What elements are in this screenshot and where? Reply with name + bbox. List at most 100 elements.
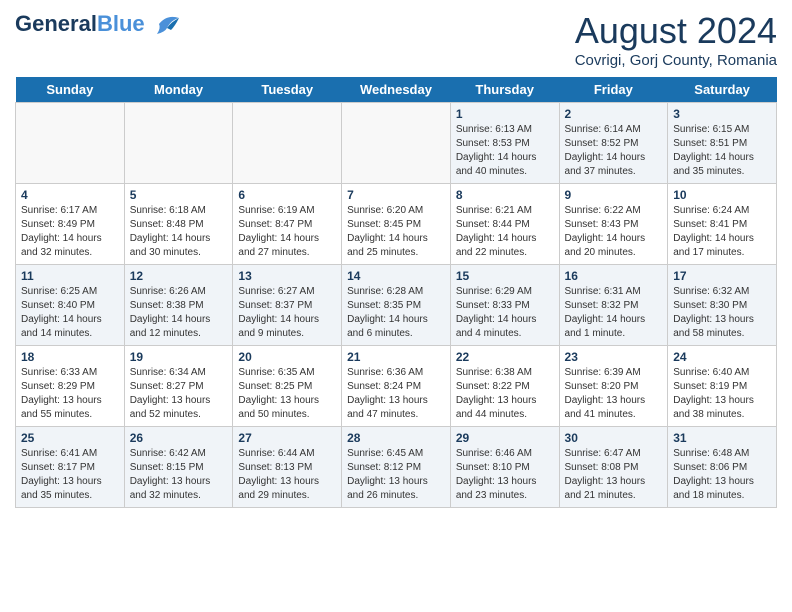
- calendar-cell: 13Sunrise: 6:27 AM Sunset: 8:37 PM Dayli…: [233, 265, 342, 346]
- cell-info: Sunrise: 6:41 AM Sunset: 8:17 PM Dayligh…: [21, 447, 119, 503]
- day-number: 2: [565, 107, 663, 121]
- cell-info: Sunrise: 6:48 AM Sunset: 8:06 PM Dayligh…: [673, 447, 771, 503]
- calendar-cell: 26 Sunrise: 6:42 AM Sunset: 8:15 PM Dayli…: [124, 427, 233, 508]
- calendar-cell: 25 Sunrise: 6:41 AM Sunset: 8:17 PM Dayli…: [16, 427, 125, 508]
- day-number: 31: [673, 431, 771, 445]
- day-of-week-header: Friday: [559, 77, 668, 103]
- logo-blue: Blue: [97, 11, 145, 36]
- cell-info: Sunrise: 6:21 AM Sunset: 8:44 PM Dayligh…: [456, 204, 554, 260]
- month-year-title: August 2024: [575, 10, 777, 52]
- calendar-cell: 18 Sunrise: 6:33 AM Sunset: 8:29 PM Dayli…: [16, 346, 125, 427]
- day-of-week-header: Tuesday: [233, 77, 342, 103]
- calendar-cell: 1Sunrise: 6:13 AM Sunset: 8:53 PM Daylig…: [450, 103, 559, 184]
- calendar-cell: 22 Sunrise: 6:38 AM Sunset: 8:22 PM Dayli…: [450, 346, 559, 427]
- calendar-cell: 21Sunrise: 6:36 AM Sunset: 8:24 PM Dayli…: [342, 346, 451, 427]
- calendar-cell: 12 Sunrise: 6:26 AM Sunset: 8:38 PM Dayli…: [124, 265, 233, 346]
- day-number: 22: [456, 350, 554, 364]
- day-number: 26: [130, 431, 228, 445]
- calendar-cell: 30 Sunrise: 6:47 AM Sunset: 8:08 PM Dayli…: [559, 427, 668, 508]
- calendar-week-row: 25 Sunrise: 6:41 AM Sunset: 8:17 PM Dayli…: [16, 427, 777, 508]
- calendar-cell: 19Sunrise: 6:34 AM Sunset: 8:27 PM Dayli…: [124, 346, 233, 427]
- day-number: 9: [565, 188, 663, 202]
- calendar-cell: 11 Sunrise: 6:25 AM Sunset: 8:40 PM Dayli…: [16, 265, 125, 346]
- cell-info: Sunrise: 6:29 AM Sunset: 8:33 PM Dayligh…: [456, 285, 554, 341]
- cell-info: Sunrise: 6:15 AM Sunset: 8:51 PM Dayligh…: [673, 123, 771, 179]
- calendar-cell: 4Sunrise: 6:17 AM Sunset: 8:49 PM Daylig…: [16, 184, 125, 265]
- calendar-cell: 27Sunrise: 6:44 AM Sunset: 8:13 PM Dayli…: [233, 427, 342, 508]
- logo-general: General: [15, 11, 97, 36]
- day-number: 11: [21, 269, 119, 283]
- day-number: 28: [347, 431, 445, 445]
- cell-info: Sunrise: 6:22 AM Sunset: 8:43 PM Dayligh…: [565, 204, 663, 260]
- cell-info: Sunrise: 6:26 AM Sunset: 8:38 PM Dayligh…: [130, 285, 228, 341]
- cell-info: Sunrise: 6:32 AM Sunset: 8:30 PM Dayligh…: [673, 285, 771, 341]
- day-number: 14: [347, 269, 445, 283]
- calendar-cell: [342, 103, 451, 184]
- cell-info: Sunrise: 6:24 AM Sunset: 8:41 PM Dayligh…: [673, 204, 771, 260]
- day-number: 17: [673, 269, 771, 283]
- logo: GeneralBlue: [15, 10, 185, 38]
- calendar-cell: 3 Sunrise: 6:15 AM Sunset: 8:51 PM Daylig…: [668, 103, 777, 184]
- cell-info: Sunrise: 6:42 AM Sunset: 8:15 PM Dayligh…: [130, 447, 228, 503]
- calendar-cell: 24Sunrise: 6:40 AM Sunset: 8:19 PM Dayli…: [668, 346, 777, 427]
- cell-info: Sunrise: 6:19 AM Sunset: 8:47 PM Dayligh…: [238, 204, 336, 260]
- calendar-cell: [16, 103, 125, 184]
- day-number: 15: [456, 269, 554, 283]
- calendar-cell: 15 Sunrise: 6:29 AM Sunset: 8:33 PM Dayli…: [450, 265, 559, 346]
- day-number: 12: [130, 269, 228, 283]
- location-subtitle: Covrigi, Gorj County, Romania: [575, 52, 777, 69]
- cell-info: Sunrise: 6:44 AM Sunset: 8:13 PM Dayligh…: [238, 447, 336, 503]
- calendar-week-row: 4Sunrise: 6:17 AM Sunset: 8:49 PM Daylig…: [16, 184, 777, 265]
- day-number: 25: [21, 431, 119, 445]
- title-section: August 2024 Covrigi, Gorj County, Romani…: [575, 10, 777, 69]
- day-number: 8: [456, 188, 554, 202]
- day-number: 3: [673, 107, 771, 121]
- day-number: 20: [238, 350, 336, 364]
- cell-info: Sunrise: 6:36 AM Sunset: 8:24 PM Dayligh…: [347, 366, 445, 422]
- cell-info: Sunrise: 6:27 AM Sunset: 8:37 PM Dayligh…: [238, 285, 336, 341]
- calendar-cell: 14 Sunrise: 6:28 AM Sunset: 8:35 PM Dayli…: [342, 265, 451, 346]
- day-number: 10: [673, 188, 771, 202]
- day-number: 29: [456, 431, 554, 445]
- calendar-week-row: 11 Sunrise: 6:25 AM Sunset: 8:40 PM Dayli…: [16, 265, 777, 346]
- day-of-week-header: Sunday: [16, 77, 125, 103]
- day-number: 4: [21, 188, 119, 202]
- day-number: 1: [456, 107, 554, 121]
- cell-info: Sunrise: 6:33 AM Sunset: 8:29 PM Dayligh…: [21, 366, 119, 422]
- cell-info: Sunrise: 6:45 AM Sunset: 8:12 PM Dayligh…: [347, 447, 445, 503]
- cell-info: Sunrise: 6:38 AM Sunset: 8:22 PM Dayligh…: [456, 366, 554, 422]
- day-of-week-header: Wednesday: [342, 77, 451, 103]
- logo-bird-icon: [149, 10, 185, 38]
- day-number: 18: [21, 350, 119, 364]
- cell-info: Sunrise: 6:40 AM Sunset: 8:19 PM Dayligh…: [673, 366, 771, 422]
- day-number: 16: [565, 269, 663, 283]
- cell-info: Sunrise: 6:46 AM Sunset: 8:10 PM Dayligh…: [456, 447, 554, 503]
- cell-info: Sunrise: 6:20 AM Sunset: 8:45 PM Dayligh…: [347, 204, 445, 260]
- calendar-cell: 31 Sunrise: 6:48 AM Sunset: 8:06 PM Dayli…: [668, 427, 777, 508]
- cell-info: Sunrise: 6:18 AM Sunset: 8:48 PM Dayligh…: [130, 204, 228, 260]
- cell-info: Sunrise: 6:35 AM Sunset: 8:25 PM Dayligh…: [238, 366, 336, 422]
- calendar-header-row: SundayMondayTuesdayWednesdayThursdayFrid…: [16, 77, 777, 103]
- day-of-week-header: Thursday: [450, 77, 559, 103]
- calendar-cell: 16 Sunrise: 6:31 AM Sunset: 8:32 PM Dayli…: [559, 265, 668, 346]
- calendar-cell: 8 Sunrise: 6:21 AM Sunset: 8:44 PM Daylig…: [450, 184, 559, 265]
- calendar-cell: 10 Sunrise: 6:24 AM Sunset: 8:41 PM Dayli…: [668, 184, 777, 265]
- calendar-week-row: 18 Sunrise: 6:33 AM Sunset: 8:29 PM Dayli…: [16, 346, 777, 427]
- calendar-table: SundayMondayTuesdayWednesdayThursdayFrid…: [15, 77, 777, 508]
- calendar-cell: 29 Sunrise: 6:46 AM Sunset: 8:10 PM Dayli…: [450, 427, 559, 508]
- day-number: 5: [130, 188, 228, 202]
- calendar-cell: 5 Sunrise: 6:18 AM Sunset: 8:48 PM Daylig…: [124, 184, 233, 265]
- page-header: GeneralBlue August 2024 Covrigi, Gorj Co…: [15, 10, 777, 69]
- cell-info: Sunrise: 6:34 AM Sunset: 8:27 PM Dayligh…: [130, 366, 228, 422]
- cell-info: Sunrise: 6:14 AM Sunset: 8:52 PM Dayligh…: [565, 123, 663, 179]
- calendar-cell: 17 Sunrise: 6:32 AM Sunset: 8:30 PM Dayli…: [668, 265, 777, 346]
- cell-info: Sunrise: 6:39 AM Sunset: 8:20 PM Dayligh…: [565, 366, 663, 422]
- cell-info: Sunrise: 6:47 AM Sunset: 8:08 PM Dayligh…: [565, 447, 663, 503]
- day-number: 30: [565, 431, 663, 445]
- calendar-week-row: 1Sunrise: 6:13 AM Sunset: 8:53 PM Daylig…: [16, 103, 777, 184]
- cell-info: Sunrise: 6:25 AM Sunset: 8:40 PM Dayligh…: [21, 285, 119, 341]
- cell-info: Sunrise: 6:31 AM Sunset: 8:32 PM Dayligh…: [565, 285, 663, 341]
- calendar-cell: [233, 103, 342, 184]
- cell-info: Sunrise: 6:28 AM Sunset: 8:35 PM Dayligh…: [347, 285, 445, 341]
- calendar-cell: [124, 103, 233, 184]
